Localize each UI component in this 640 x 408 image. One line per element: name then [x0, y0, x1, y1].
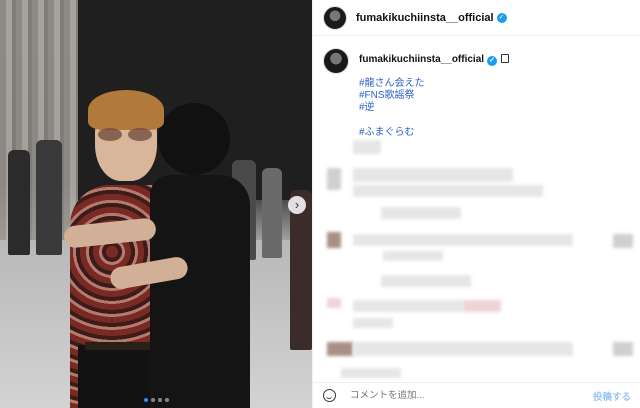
hashtag-link[interactable]: #FNS歌謡祭: [359, 90, 425, 102]
blurred-comment: [353, 185, 543, 197]
header-username[interactable]: fumakikuchiinsta__official: [356, 12, 494, 24]
background-person: [36, 140, 62, 255]
person-back-jacket: [150, 175, 250, 408]
carousel-dot: [158, 398, 162, 402]
blurred-icon: [613, 234, 633, 248]
blurred-avatar: [327, 232, 341, 248]
post-header: fumakikuchiinsta__official ✓: [313, 0, 640, 36]
blurred-avatar: [327, 168, 341, 190]
next-arrow-icon[interactable]: ›: [288, 196, 306, 214]
avatar[interactable]: [323, 5, 347, 30]
blurred-avatar: [327, 298, 341, 308]
carousel-dots: [144, 398, 169, 402]
background-person: [8, 150, 30, 255]
blurred-comment: [353, 168, 513, 182]
blurred-comment: [353, 342, 573, 356]
lock-icon: [501, 54, 510, 63]
blurred-comment: [381, 275, 471, 287]
blurred-avatar: [327, 342, 353, 356]
post-side-panel: fumakikuchiinsta__official ✓ fumakikuchi…: [312, 0, 640, 408]
background-person: [290, 190, 312, 350]
blurred-comment: [463, 300, 501, 312]
hashtag-link[interactable]: #逆: [359, 102, 425, 114]
verified-badge-icon: ✓: [496, 12, 507, 23]
caption-username[interactable]: fumakikuchiinsta__official: [359, 54, 484, 65]
carousel-dot: [151, 398, 155, 402]
background-person: [262, 168, 282, 258]
blurred-comment: [353, 318, 393, 328]
hashtag-link[interactable]: #龍さん会えた: [359, 78, 425, 90]
blurred-icon: [613, 342, 633, 356]
verified-badge-icon: ✓: [487, 56, 498, 66]
comment-input[interactable]: [350, 390, 570, 401]
caption-avatar[interactable]: [323, 48, 349, 74]
blurred-text: [353, 140, 381, 154]
blurred-comment: [353, 234, 573, 246]
emoji-icon[interactable]: [323, 389, 336, 402]
comment-bar: 投稿する: [313, 382, 640, 408]
blurred-comment: [353, 300, 463, 312]
carousel-dot-active: [144, 398, 148, 402]
blurred-comment: [383, 251, 443, 261]
hashtag-link[interactable]: #ふまぐらむ: [359, 127, 425, 139]
blurred-comment: [341, 368, 401, 378]
person-back-head: [158, 103, 230, 175]
post-comment-button[interactable]: 投稿する: [593, 389, 631, 403]
sunglasses: [98, 128, 154, 142]
hashtag-list: #龍さん会えた #FNS歌謡祭 #逆 #ふまぐらむ: [359, 78, 425, 139]
carousel-dot: [165, 398, 169, 402]
caption-username-row: fumakikuchiinsta__official ✓: [359, 54, 510, 66]
post-photo[interactable]: ›: [0, 0, 312, 408]
blurred-comment: [381, 207, 461, 219]
person-front-hair: [88, 90, 164, 130]
